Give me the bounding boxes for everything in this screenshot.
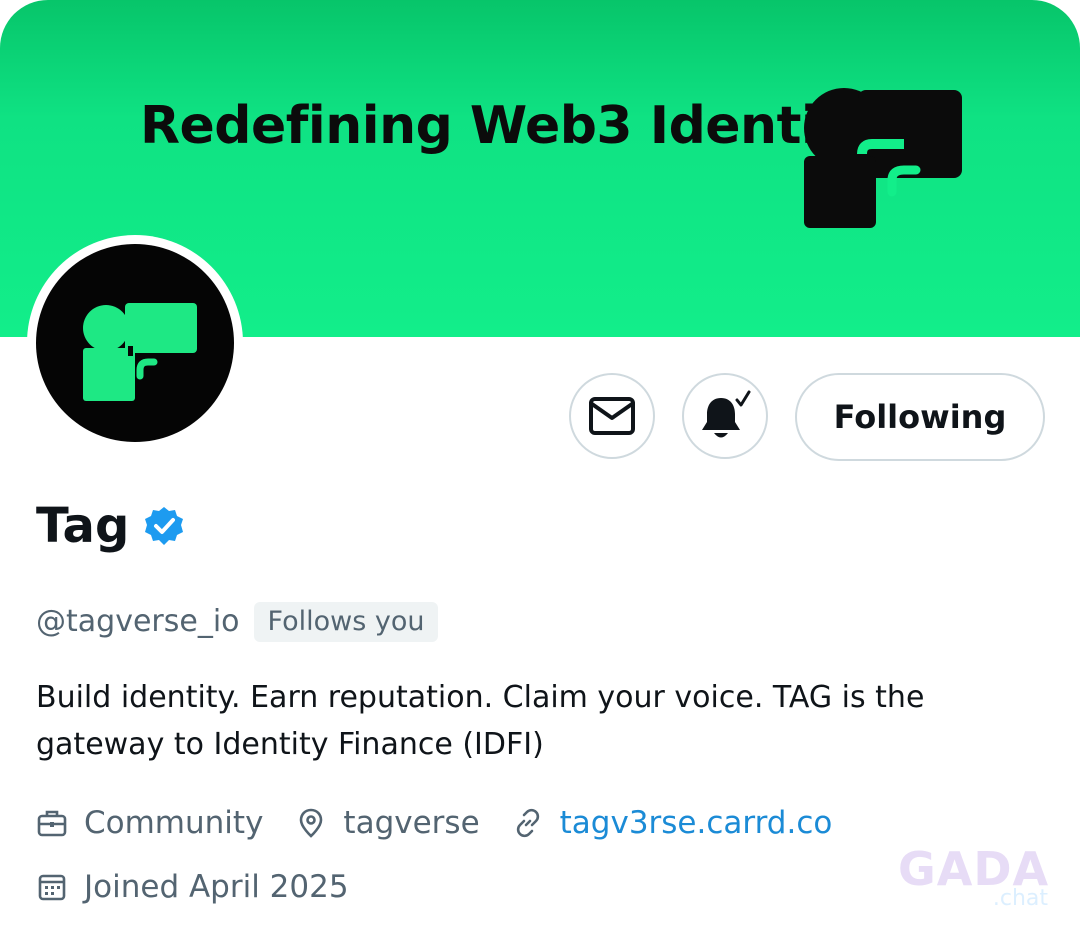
watermark-logo: GADA .chat — [898, 842, 1058, 912]
watermark-sub: .chat — [992, 886, 1048, 911]
website-link[interactable]: tagv3rse.carrd.co — [560, 800, 833, 846]
profile-bio: Build identity. Earn reputation. Claim y… — [36, 680, 925, 762]
follows-you-badge: Follows you — [253, 602, 439, 642]
tag-logo-icon — [83, 303, 197, 401]
display-name-row: Tag — [36, 496, 185, 556]
link-icon — [516, 808, 539, 838]
location-label: tagverse — [343, 805, 480, 841]
mail-icon — [589, 397, 635, 435]
display-name: Tag — [36, 498, 130, 554]
website-item[interactable]: tagv3rse.carrd.co — [512, 800, 833, 846]
verified-badge-icon[interactable] — [143, 505, 185, 547]
profile-page: Redefining Web3 Identity Following Tag @… — [0, 0, 1080, 938]
location-item: tagverse — [295, 800, 480, 846]
user-handle: @tagverse_io — [36, 604, 240, 639]
message-button[interactable] — [569, 373, 655, 459]
category-item: Community — [36, 800, 263, 846]
briefcase-icon — [37, 810, 67, 837]
location-pin-icon — [300, 808, 323, 838]
joined-item: Joined April 2025 — [36, 864, 349, 910]
category-label: Community — [84, 805, 264, 841]
banner-headline: Redefining Web3 Identity — [140, 96, 877, 156]
calendar-icon — [38, 874, 66, 901]
handle-row: @tagverse_io Follows you — [36, 600, 439, 644]
notifications-button[interactable] — [682, 373, 768, 459]
profile-meta-row-joined: Joined April 2025 — [36, 864, 381, 910]
avatar[interactable] — [27, 235, 243, 451]
following-button[interactable]: Following — [795, 373, 1045, 461]
avatar-image — [36, 244, 234, 442]
joined-label: Joined April 2025 — [84, 869, 349, 905]
banner-logo-icon — [804, 88, 962, 228]
bell-check-icon — [702, 390, 751, 438]
profile-meta-row: Community tagverse tagv3rse.carrd.co — [36, 800, 864, 846]
